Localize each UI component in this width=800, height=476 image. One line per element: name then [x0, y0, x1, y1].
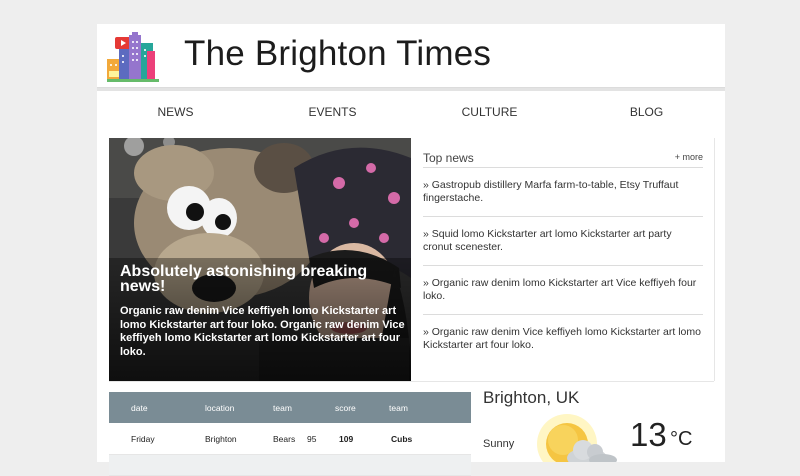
- hero-article[interactable]: Absolutely astonishing breaking news! Or…: [109, 138, 411, 381]
- sun-cloud-icon: [537, 414, 617, 462]
- cell-team2: Cubs: [391, 433, 413, 444]
- table-header: date location team score team: [109, 392, 471, 423]
- col-header-date[interactable]: date: [109, 403, 175, 413]
- weather-condition: Sunny: [483, 438, 515, 450]
- hero-summary: Organic raw denim Vice keffiyeh lomo Kic…: [120, 305, 405, 358]
- col-header-location[interactable]: location: [175, 403, 267, 413]
- table-row: [109, 455, 471, 476]
- main-nav: NEWS EVENTS CULTURE BLOG: [97, 88, 725, 141]
- weather-temperature: 13: [630, 416, 667, 453]
- top-news-header: Top news + more: [423, 138, 703, 168]
- scores-table: date location team score team Friday Bri…: [109, 392, 471, 476]
- cell-location: Brighton: [205, 433, 237, 444]
- news-item[interactable]: » Gastropub distillery Marfa farm-to-tab…: [423, 168, 703, 217]
- col-header-team[interactable]: team: [267, 403, 321, 413]
- nav-blog[interactable]: BLOG: [568, 91, 725, 141]
- nav-news[interactable]: NEWS: [97, 91, 254, 141]
- weather-unit: °C: [670, 428, 693, 450]
- hero-title[interactable]: Absolutely astonishing breaking news!: [120, 264, 390, 295]
- col-header-score[interactable]: score: [321, 403, 383, 413]
- more-link[interactable]: + more: [675, 152, 703, 162]
- col-header-team2[interactable]: team: [383, 403, 443, 413]
- news-item[interactable]: » Squid lomo Kickstarter art lomo Kickst…: [423, 217, 703, 266]
- news-item[interactable]: » Organic raw denim lomo Kickstarter art…: [423, 266, 703, 315]
- page: The Brighton Times NEWS EVENTS CULTURE B…: [97, 24, 725, 476]
- news-item[interactable]: » Organic raw denim Vice keffiyeh lomo K…: [423, 315, 703, 364]
- cell-date: Friday: [131, 433, 155, 444]
- weather-widget: Brighton, UK Sunny 13 °C: [483, 382, 713, 462]
- nav-events[interactable]: EVENTS: [254, 91, 411, 141]
- top-news-panel: Top news + more » Gastropub distillery M…: [423, 138, 703, 381]
- header: The Brighton Times: [97, 24, 725, 88]
- divider: [714, 138, 715, 381]
- city-logo-icon: [107, 32, 159, 82]
- cell-team: Bears: [273, 433, 296, 444]
- nav-culture[interactable]: CULTURE: [411, 91, 568, 141]
- top-news-title: Top news: [423, 151, 474, 165]
- cell-score2: 109: [339, 433, 354, 444]
- weather-location: Brighton, UK: [483, 388, 580, 407]
- site-title: The Brighton Times: [184, 34, 492, 73]
- cell-score1: 95: [307, 433, 317, 444]
- table-row: Friday Brighton Bears 95 109 Cubs: [109, 423, 471, 455]
